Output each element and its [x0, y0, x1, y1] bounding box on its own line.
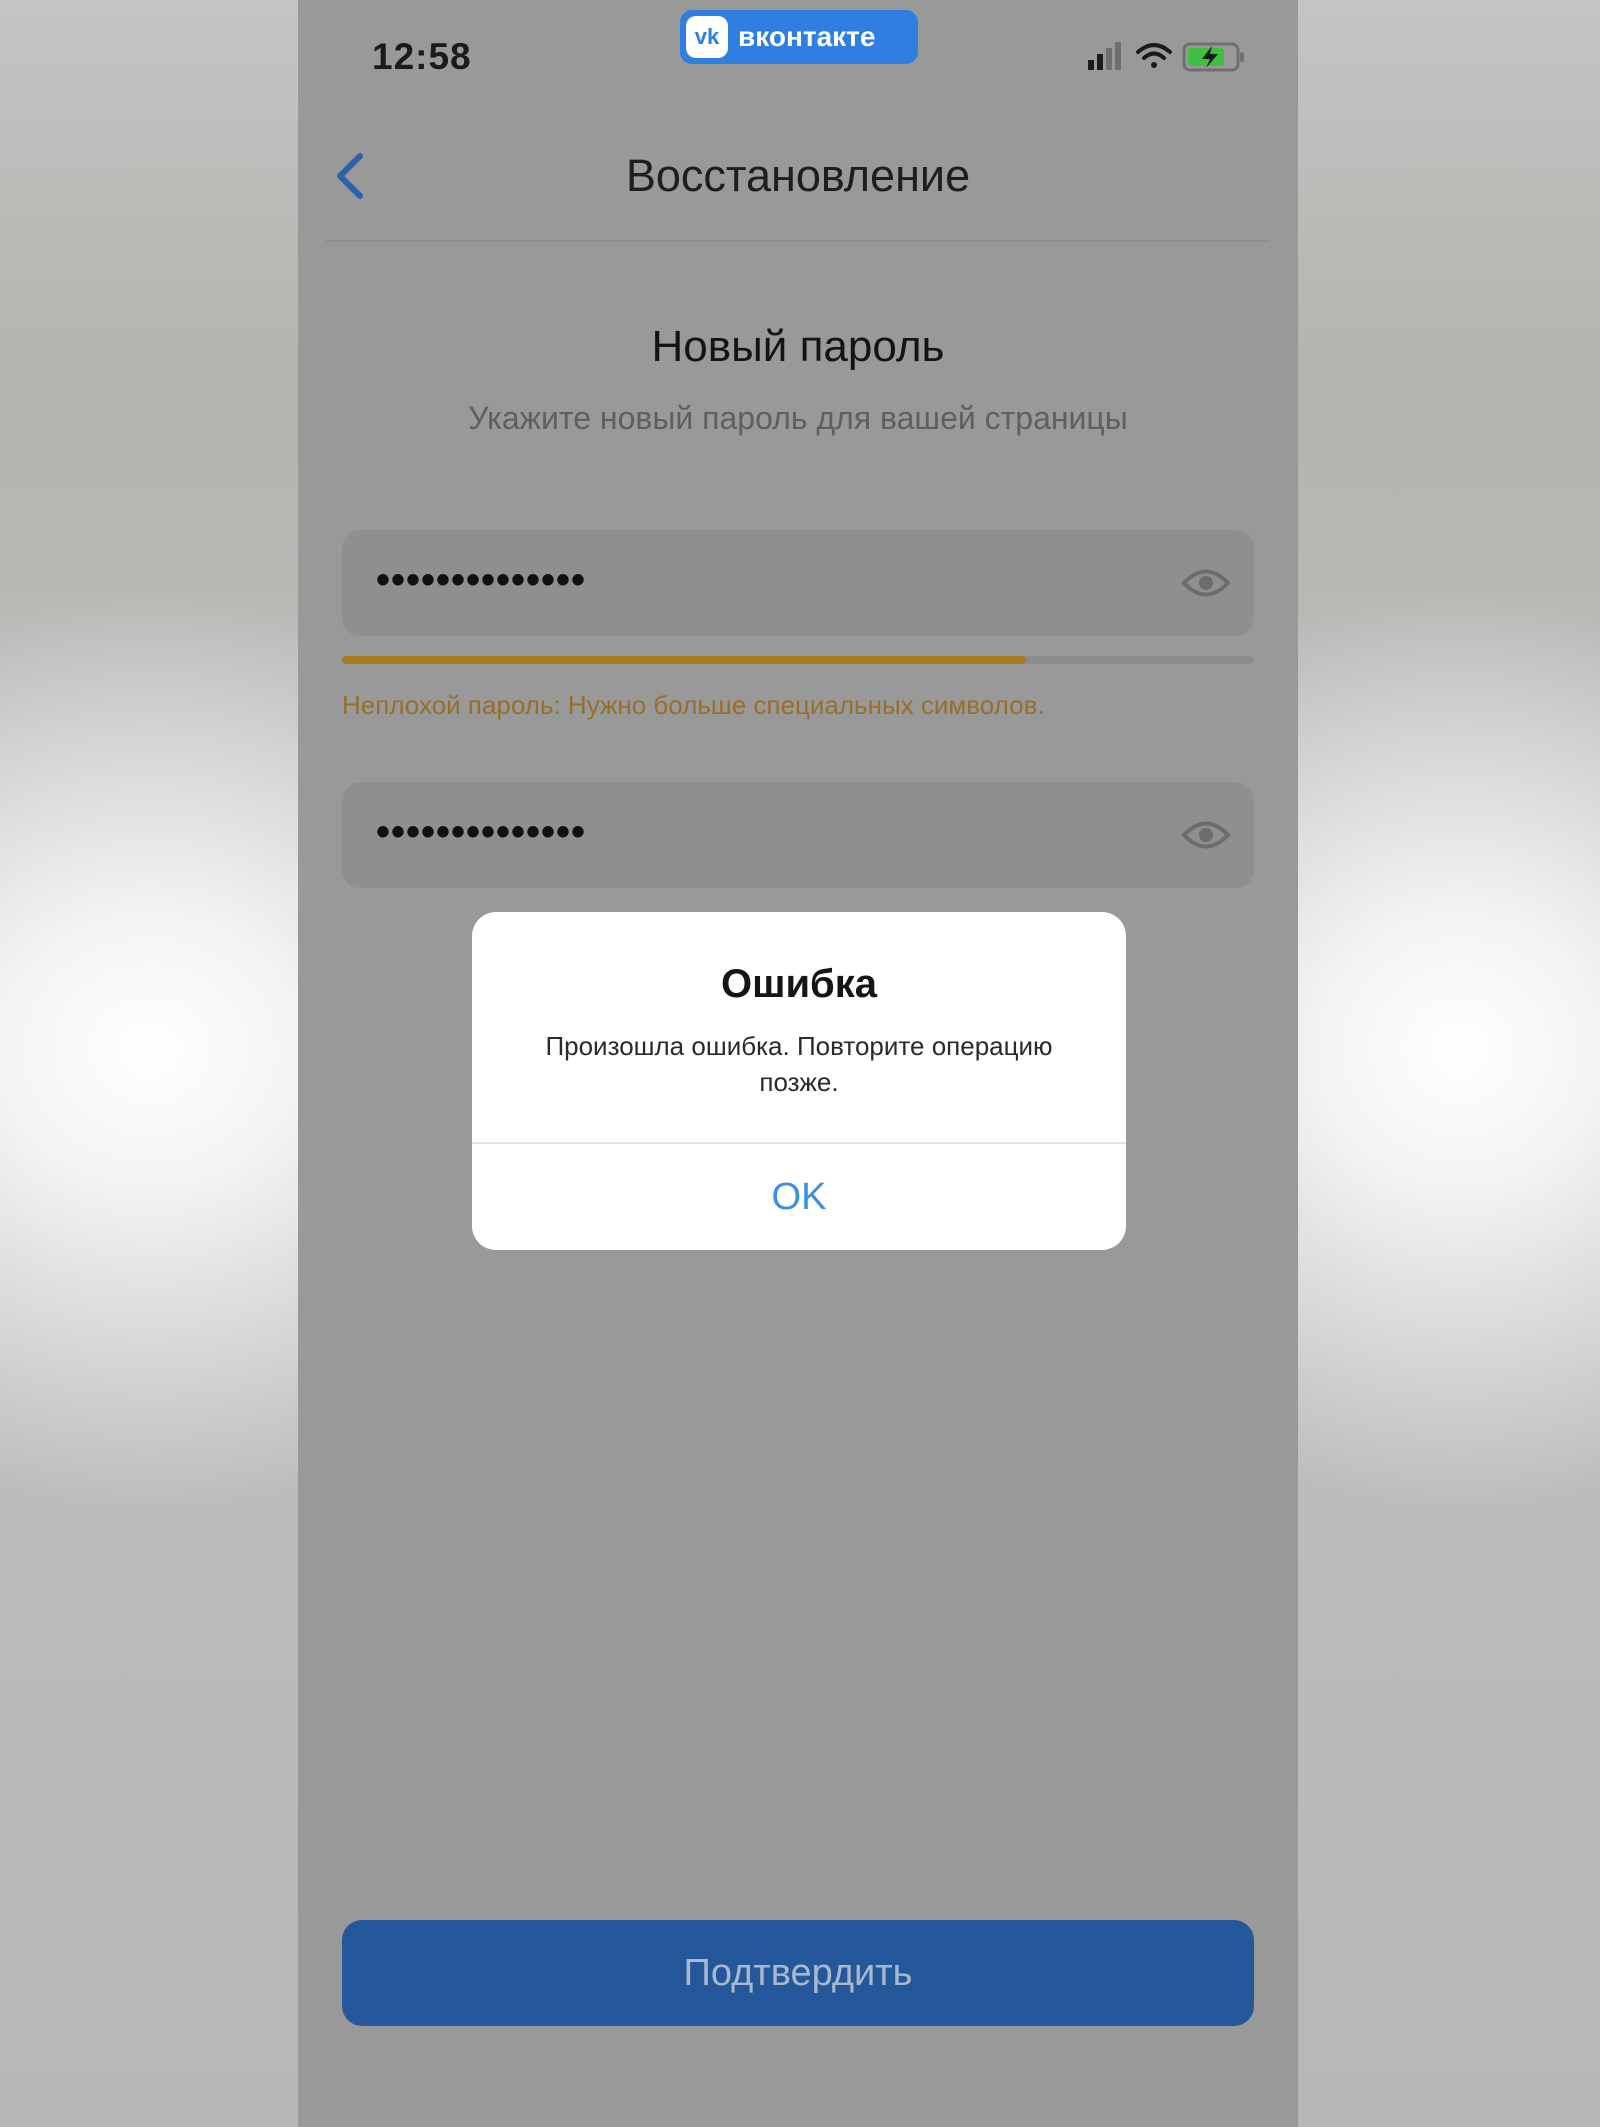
alert-title: Ошибка [720, 962, 877, 1006]
form-heading: Новый пароль [651, 322, 945, 371]
app-badge-label: вконтакте [738, 21, 876, 52]
confirm-password-field[interactable]: •••••••••••••• [342, 782, 1254, 888]
eye-icon[interactable] [1180, 814, 1232, 856]
password-strength-fill [342, 656, 1026, 664]
eye-icon[interactable] [1180, 562, 1232, 604]
phone-screen: 12:58 vk вконтакте Восстановление Новый … [298, 0, 1298, 2127]
new-password-value: •••••••••••••• [376, 558, 587, 602]
alert-message: Произошла ошибка. Повторите операцию поз… [545, 1031, 1053, 1097]
form-subheading: Укажите новый пароль для вашей страницы [468, 400, 1128, 436]
status-icons [1088, 42, 1244, 72]
vk-logo-icon: vk [686, 16, 728, 58]
signal-icon [1088, 42, 1121, 70]
wifi-icon [1136, 43, 1172, 68]
error-alert-dialog: Ошибка Произошла ошибка. Повторите опера… [472, 912, 1126, 1250]
new-password-field[interactable]: •••••••••••••• [342, 530, 1254, 636]
password-strength-hint: Неплохой пароль: Нужно больше специальны… [342, 690, 1045, 720]
nav-divider [326, 240, 1270, 242]
confirm-password-value: •••••••••••••• [376, 810, 587, 854]
page-title: Восстановление [625, 150, 971, 201]
password-strength-bar [342, 656, 1254, 664]
alert-ok-button[interactable]: OK [472, 1144, 1126, 1250]
battery-charging-icon [1182, 42, 1244, 72]
app-badge[interactable]: vk вконтакте [680, 10, 918, 64]
confirm-button[interactable]: Подтвердить [342, 1920, 1254, 2026]
status-time: 12:58 [372, 36, 472, 77]
